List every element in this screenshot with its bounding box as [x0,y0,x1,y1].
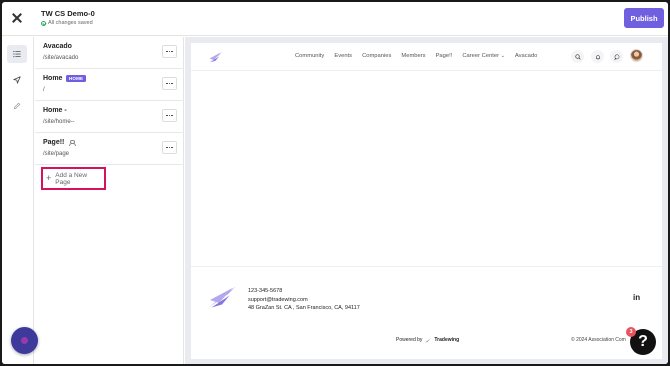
page-title: Page!! [43,139,65,146]
close-icon[interactable] [10,11,24,25]
pages-list-icon [13,50,21,58]
page-row-home[interactable]: Home HOME / [35,69,184,101]
search-icon [574,53,581,60]
nav-item-community[interactable]: Community [295,53,324,59]
nav-item-events[interactable]: Events [334,53,352,59]
chat-launcher-button[interactable] [11,327,38,354]
page-title: Avacado [43,43,72,50]
save-status-text: All changes saved [48,20,93,26]
navigation-button[interactable] [7,71,27,89]
nav-item-avacado[interactable]: Avacado [515,53,537,59]
nav-item-companies[interactable]: Companies [362,53,391,59]
plus-icon: + [46,173,52,183]
site-footer: 123-345-5678 support@tradewing.com 48 Gr… [191,266,662,359]
notifications-button[interactable] [591,50,604,63]
search-button[interactable] [571,50,584,63]
page-options-button[interactable] [162,141,177,154]
footer-address: 48 GraZan St. CA , San Francisco, CA, 94… [248,305,360,311]
page-row-avacado[interactable]: Avacado /site/avacado [35,37,184,69]
page-options-button[interactable] [162,109,177,122]
user-avatar[interactable] [630,49,643,62]
feather-logo-icon [425,337,432,343]
page-path: /site/page [43,151,70,157]
page-name: Home - [43,107,67,114]
add-page-label: Add a New Page [55,171,88,186]
site-title: TW CS Demo-0 [41,9,95,18]
page-options-button[interactable] [162,77,177,90]
powered-by-label: Powered by [396,337,423,343]
nav-item-career-center[interactable]: Career Center ⌄ [462,53,505,59]
footer-email[interactable]: support@tradewing.com [248,297,308,303]
page-name: Home HOME [43,75,86,82]
app-window: TW CS Demo-0 All changes saved Publish A… [2,2,668,364]
page-name: Avacado [43,43,72,50]
nav-item-members[interactable]: Members [401,53,425,59]
page-row-page[interactable]: Page!! /site/page [35,133,184,165]
top-bar: TW CS Demo-0 All changes saved Publish [2,2,668,36]
nav-item-career-center-label: Career Center [462,53,500,59]
bell-icon [595,54,600,60]
page-title: Home - [43,107,67,114]
page-options-button[interactable] [162,45,177,58]
left-rail [2,37,34,364]
page-path: /site/home-- [43,119,75,125]
pages-panel: Avacado /site/avacado Home HOME / Home -… [35,37,184,364]
save-status: All changes saved [41,20,93,26]
powered-by: Powered by Tradewing [396,337,459,343]
linkedin-icon[interactable]: in [633,293,640,302]
check-circle-icon [41,20,46,26]
page-path: /site/avacado [43,55,79,61]
messages-button[interactable] [610,50,623,63]
feather-logo-icon [208,51,223,63]
page-name: Page!! [43,139,76,147]
site-nav: Community Events Companies Members Page!… [295,53,537,59]
page-row-home-dash[interactable]: Home - /site/home-- [35,101,184,133]
home-badge: HOME [66,75,86,82]
page-title: Home [43,75,63,82]
person-icon [68,139,76,147]
publish-button[interactable]: Publish [624,8,664,28]
chat-bubble-icon [613,54,619,60]
edit-button[interactable] [7,97,27,115]
pencil-icon [13,102,21,110]
feather-logo-icon [208,286,236,308]
editor-canvas: Community Events Companies Members Page!… [185,37,668,364]
site-header: Community Events Companies Members Page!… [191,43,662,71]
nav-item-page[interactable]: Page!! [436,53,453,59]
powered-by-brand[interactable]: Tradewing [434,337,459,343]
footer-phone: 123-345-5678 [248,288,283,294]
chevron-down-icon: ⌄ [500,53,505,59]
help-notification-badge: 3 [626,327,636,337]
page-path: / [43,87,45,93]
add-page-button[interactable]: + Add a New Page [41,167,106,190]
site-preview[interactable]: Community Events Companies Members Page!… [191,43,662,359]
navigation-icon [13,76,21,84]
pages-list-button[interactable] [7,45,27,63]
